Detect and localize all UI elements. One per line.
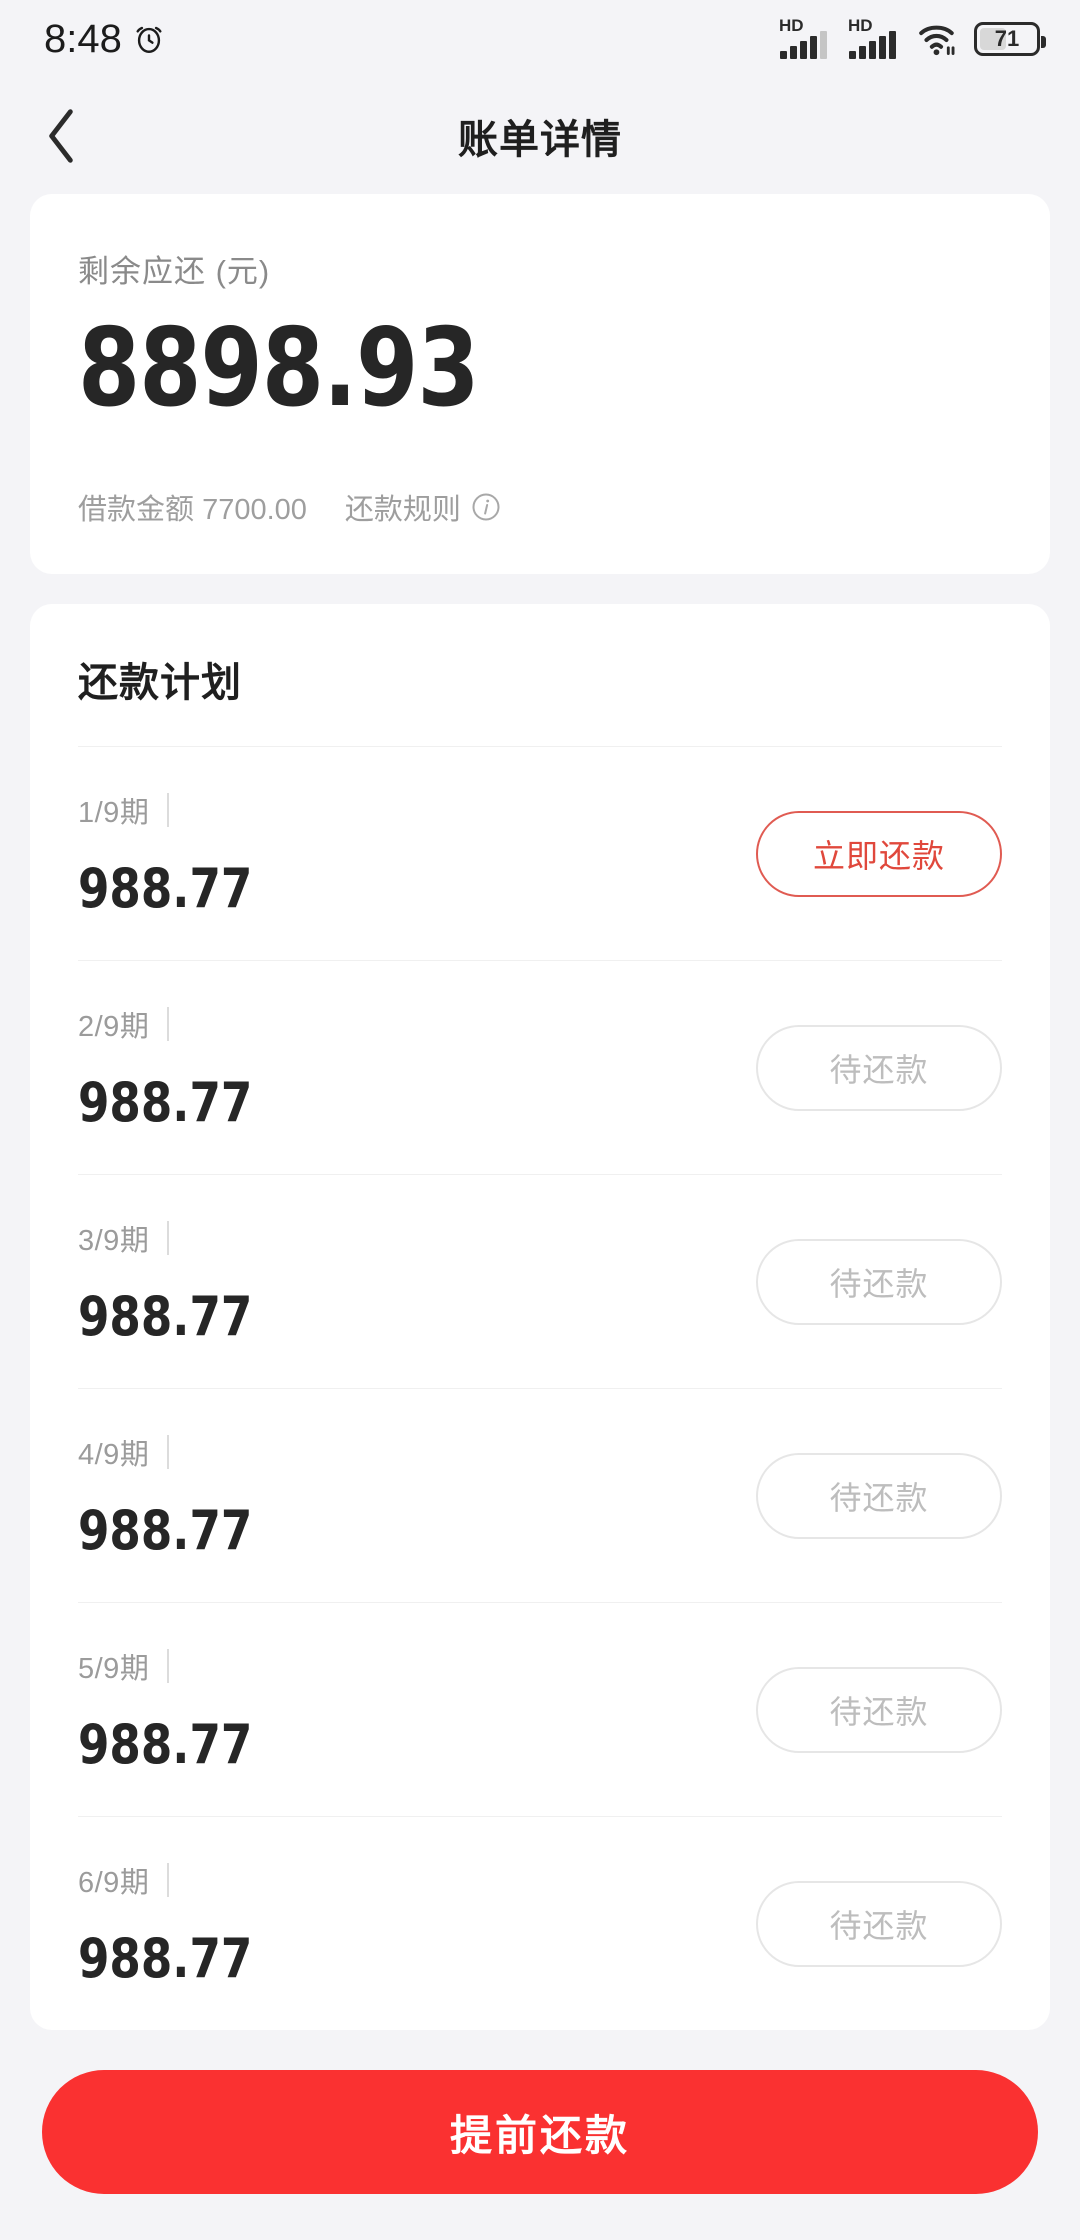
status-bar-left: 8:48 (44, 17, 166, 62)
installment-separator (167, 1863, 170, 1898)
bottom-action-bar: 提前还款 (0, 2036, 1080, 2240)
installment-separator (167, 1007, 170, 1042)
loan-amount-value: 7700.00 (202, 494, 307, 527)
battery-icon: 71 (974, 22, 1046, 56)
repayment-plan-title: 还款计划 (78, 661, 242, 706)
pending-status-button[interactable]: 待还款 (756, 1452, 1002, 1539)
installment-row[interactable]: 6/9期 988.77 待还款 (78, 1817, 1002, 2030)
pending-status-button[interactable]: 待还款 (756, 1238, 1002, 1325)
repayment-rules-link[interactable]: 还款规则 (345, 486, 501, 528)
installment-row[interactable]: 3/9期 988.77 待还款 (78, 1175, 1002, 1388)
repayment-plan-card: 还款计划 1/9期 988.77 立即还款 2/9期 988.77 待还款 3/… (30, 604, 1050, 2031)
installment-row[interactable]: 2/9期 988.77 待还款 (78, 961, 1002, 1174)
installment-row[interactable]: 5/9期 988.77 待还款 (78, 1603, 1002, 1816)
loan-amount-label: 借款金额 (78, 494, 195, 527)
installment-term: 1/9期 (78, 797, 150, 830)
loan-amount-info: 借款金额 7700.00 (78, 486, 307, 528)
status-bar: 8:48 HD HD 71 (0, 0, 1080, 78)
pending-status-button[interactable]: 待还款 (756, 1024, 1002, 1111)
remaining-due-amount: 8898.93 (78, 306, 480, 431)
remaining-due-label: 剩余应还 (元) (78, 254, 271, 289)
installment-separator (167, 1221, 170, 1256)
pending-status-button[interactable]: 待还款 (756, 1880, 1002, 1967)
early-repayment-button[interactable]: 提前还款 (42, 2070, 1038, 2194)
signal-bars-sim1 (780, 31, 827, 59)
signal-icon-sim2: HD (848, 17, 904, 59)
navigation-bar: 账单详情 (0, 78, 1080, 194)
summary-card: 剩余应还 (元) 8898.93 借款金额 7700.00 还款规则 (30, 194, 1050, 575)
installment-term: 3/9期 (78, 1225, 150, 1258)
installment-row[interactable]: 4/9期 988.77 待还款 (78, 1389, 1002, 1602)
installment-separator (167, 1435, 170, 1470)
status-bar-clock: 8:48 (44, 16, 122, 61)
pay-now-button[interactable]: 立即还款 (756, 810, 1002, 897)
installment-row[interactable]: 1/9期 988.77 立即还款 (78, 747, 1002, 960)
battery-percent: 71 (994, 26, 1020, 51)
alarm-clock-icon (132, 22, 166, 56)
summary-meta-row: 借款金额 7700.00 还款规则 (78, 486, 1002, 528)
installment-term: 4/9期 (78, 1439, 150, 1472)
installment-term: 5/9期 (78, 1653, 150, 1686)
repayment-rules-label: 还款规则 (344, 494, 461, 527)
signal-icon-sim1: HD (779, 17, 835, 59)
content-scroll-area[interactable]: 剩余应还 (元) 8898.93 借款金额 7700.00 还款规则 还款计划 … (0, 194, 1080, 2240)
installment-term: 2/9期 (78, 1011, 150, 1044)
installment-term: 6/9期 (78, 1867, 150, 1900)
installment-separator (167, 793, 170, 828)
signal-bars-sim2 (849, 31, 896, 59)
installment-separator (167, 1649, 170, 1684)
pending-status-button[interactable]: 待还款 (756, 1666, 1002, 1753)
page-title: 账单详情 (458, 118, 622, 162)
wifi-icon (917, 20, 961, 58)
info-circle-icon (472, 493, 500, 521)
status-bar-right: HD HD 71 (779, 17, 1046, 59)
